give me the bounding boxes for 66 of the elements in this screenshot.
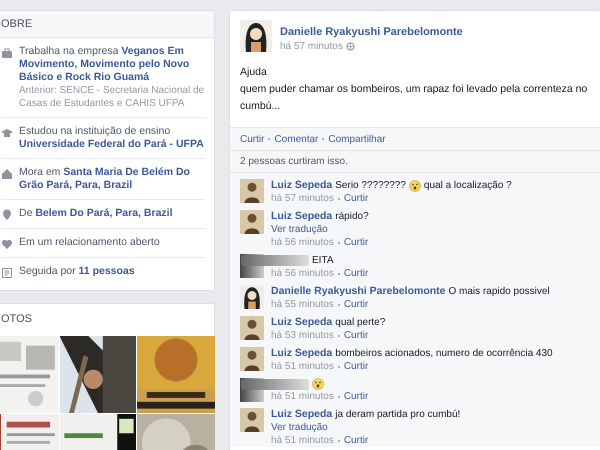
commenter-name[interactable]: Luiz Sepeda (271, 179, 332, 192)
surprised-emoji-icon (312, 378, 324, 390)
avatar-icon (240, 408, 264, 432)
section-title: OTOS (1, 312, 32, 328)
post-text: Ajuda (240, 65, 268, 80)
briefcase-icon (1, 47, 13, 59)
comment-time: há 51 minutos (271, 434, 334, 447)
avatar-icon (240, 285, 264, 309)
avatar-icon (240, 20, 272, 52)
like-link[interactable]: Curtir (344, 360, 368, 373)
section-title: OBRE (1, 16, 32, 32)
comment-time: há 56 minutos (271, 267, 334, 280)
about-entry: Trabalha na empresa Veganos Em Movimento, Movimento pelo Novo Básico e Rock Rio Guamá (19, 45, 190, 84)
like-link[interactable]: Curtir (344, 329, 368, 342)
author-name[interactable]: Danielle Ryakyushi Parebelomonte (280, 25, 463, 39)
previous-work: Anterior: SENCE - Secretaria Nacional de Casas de Estudantes e CAHIS UFPA (19, 84, 206, 110)
about-entry: Estudou na instituição de ensino Universidade Federal do Pará - UFPA (19, 125, 205, 151)
like-link[interactable]: Curtir (344, 434, 368, 447)
commenter-name[interactable]: Danielle Ryakyushi Parebelomonte (271, 285, 446, 298)
avatar-icon (240, 210, 264, 234)
avatar-icon (240, 347, 264, 371)
avatar-icon (240, 316, 264, 340)
commenter-name[interactable]: Luiz Sepeda (271, 408, 332, 421)
likes-count[interactable]: 2 pessoas curtiram isso. (240, 154, 348, 169)
like-link[interactable]: Curtir (344, 236, 368, 249)
surprised-emoji-icon (408, 180, 421, 192)
commenter-name[interactable]: Luiz Sepeda (271, 210, 332, 223)
translate-link[interactable]: Ver tradução (271, 421, 460, 434)
comment-time: há 51 minutos (271, 360, 334, 373)
like-link[interactable]: Curtir (344, 192, 368, 205)
like-link[interactable]: Curtir (344, 267, 368, 280)
comment-text: bombeiros acionados, numero de ocorrência 430 (335, 347, 553, 360)
commenter-name[interactable]: Luiz Sepeda (271, 347, 332, 360)
globe-icon (346, 42, 355, 51)
comment-text: Serio ???????? (335, 179, 406, 192)
feed-icon (1, 267, 13, 279)
blurred-name (241, 255, 309, 266)
location-pin-icon (1, 209, 13, 221)
comment-time: há 56 minutos (271, 236, 334, 249)
graduation-cap-icon (1, 127, 13, 139)
comment-text: EITA (312, 254, 334, 267)
avatar-icon (240, 179, 264, 203)
comment-text: O mais rapido possivel (448, 285, 550, 298)
about-entry: Em um relacionamento aberto (19, 236, 160, 249)
comment-text: ja deram partida pro cumbú! (335, 408, 460, 421)
action-link[interactable]: Curtir (240, 132, 264, 146)
comment-text: qual a localização ? (424, 179, 512, 192)
about-entry: Seguida por 11 pessoas (19, 265, 135, 278)
comment-time: há 55 minutos (271, 298, 334, 311)
blurred-name (241, 378, 309, 390)
action-link[interactable]: Comentar (274, 132, 318, 146)
about-entry: De Belem Do Pará, Para, Brazil (19, 207, 172, 220)
house-icon (1, 168, 13, 180)
like-link[interactable]: Curtir (344, 390, 368, 403)
post-text: quem puder chamar os bombeiros, um rapaz foi levado pela correnteza no cumbú... (240, 82, 588, 114)
translate-link[interactable]: Ver tradução (271, 223, 369, 236)
comment-time: há 53 minutos (271, 329, 334, 342)
about-entry: Mora em Santa Maria De Belém Do Grão Pará, Para, Brazil (19, 166, 191, 192)
heart-icon (1, 238, 13, 250)
like-link[interactable]: Curtir (344, 298, 368, 311)
comment-text: qual perte? (335, 316, 386, 329)
comment-text: rápido? (335, 210, 369, 223)
comment-time: há 57 minutos (271, 192, 334, 205)
commenter-name[interactable]: Luiz Sepeda (271, 316, 332, 329)
action-link[interactable]: Compartilhar (328, 132, 386, 146)
comment-time: há 51 minutos (271, 390, 334, 403)
